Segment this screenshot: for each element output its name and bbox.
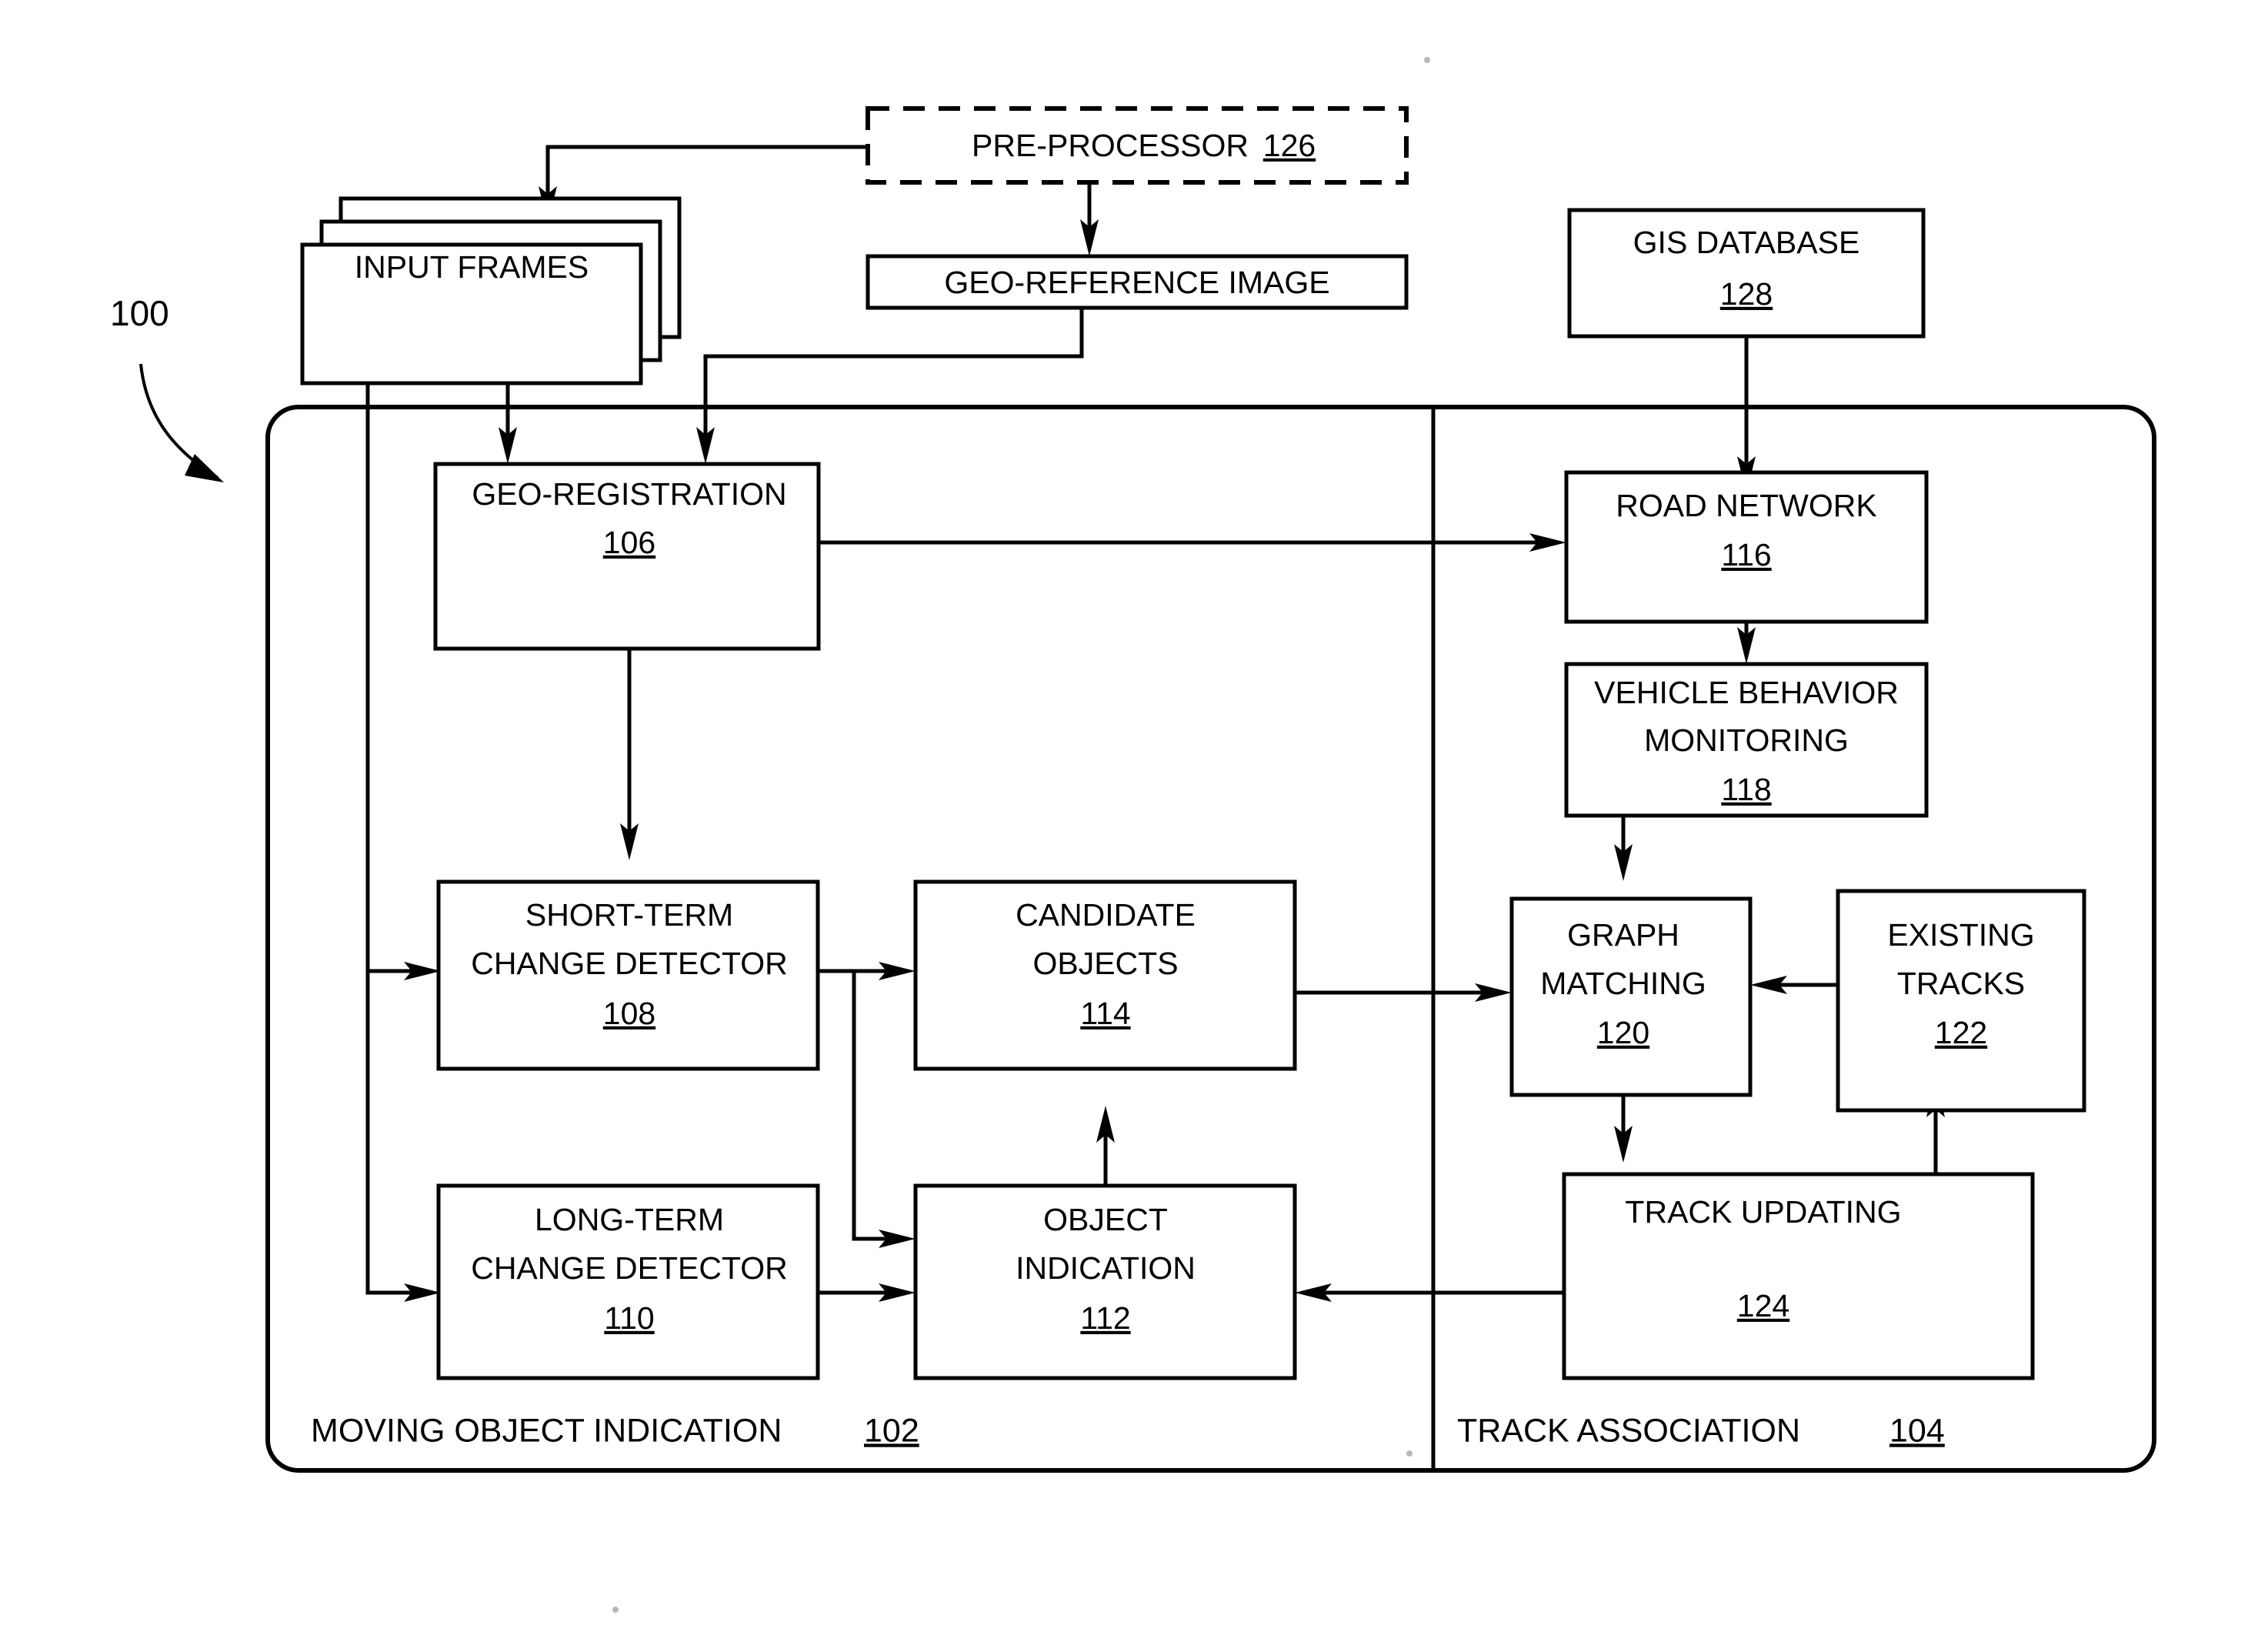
node-label-input-frames: INPUT FRAMES xyxy=(355,249,589,285)
node-numeral-object-indication: 112 xyxy=(1080,1300,1130,1336)
node-label-geo-reference-image: GEO-REFERENCE IMAGE xyxy=(944,265,1329,300)
scan-speck xyxy=(1424,57,1430,63)
figure-reference-numeral: 100 xyxy=(110,293,169,333)
node-label-short-term-change-detector-line1: SHORT-TERM xyxy=(525,897,733,933)
node-numeral-short-term-change-detector: 108 xyxy=(603,996,655,1031)
connector-georef-to-geo-registration xyxy=(703,308,1084,439)
input-frames-stack xyxy=(300,196,682,385)
node-numeral-pre-processor: 126 xyxy=(1263,128,1316,163)
node-numeral-vehicle-behavior-monitoring: 118 xyxy=(1721,772,1771,807)
node-numeral-road-network: 116 xyxy=(1721,537,1771,572)
node-label-candidate-objects-line1: CANDIDATE xyxy=(1016,897,1196,933)
node-label-graph-matching-line1: GRAPH xyxy=(1567,917,1679,953)
node-label-gis-database: GIS DATABASE xyxy=(1633,225,1860,260)
node-numeral-existing-tracks: 122 xyxy=(1935,1015,1987,1050)
node-numeral-geo-registration: 106 xyxy=(603,525,655,560)
section-label-track-association: TRACK ASSOCIATION xyxy=(1457,1412,1800,1449)
node-numeral-gis-database: 128 xyxy=(1720,276,1773,312)
figure-leader-line xyxy=(139,363,219,479)
node-label-short-term-change-detector-line2: CHANGE DETECTOR xyxy=(471,946,788,981)
node-label-long-term-change-detector-line1: LONG-TERM xyxy=(535,1202,724,1237)
section-label-moving-object-indication: MOVING OBJECT INDICATION xyxy=(311,1412,782,1449)
node-label-object-indication-line2: INDICATION xyxy=(1016,1250,1196,1286)
scan-speck xyxy=(1406,1450,1412,1457)
node-label-existing-tracks-line2: TRACKS xyxy=(1897,966,2025,1001)
node-label-long-term-change-detector-line2: CHANGE DETECTOR xyxy=(471,1250,788,1286)
node-numeral-graph-matching: 120 xyxy=(1597,1015,1649,1050)
section-numeral-track-association: 104 xyxy=(1889,1412,1945,1449)
node-label-pre-processor: PRE-PROCESSOR xyxy=(972,128,1249,163)
node-label-candidate-objects-line2: OBJECTS xyxy=(1032,946,1178,981)
block-diagram-canvas: PRE-PROCESSOR 126 INPUT FRAMES GEO-REFER… xyxy=(110,57,2156,1613)
node-label-object-indication-line1: OBJECT xyxy=(1043,1202,1168,1237)
node-label-graph-matching-line2: MATCHING xyxy=(1540,966,1706,1001)
node-label-vehicle-behavior-monitoring-line1: VEHICLE BEHAVIOR xyxy=(1594,675,1899,710)
node-numeral-candidate-objects: 114 xyxy=(1080,996,1130,1031)
node-label-geo-registration: GEO-REGISTRATION xyxy=(472,476,786,512)
node-label-vehicle-behavior-monitoring-line2: MONITORING xyxy=(1644,723,1849,758)
node-numeral-track-updating: 124 xyxy=(1737,1288,1789,1323)
patent-figure: PRE-PROCESSOR 126 INPUT FRAMES GEO-REFER… xyxy=(0,0,2268,1652)
scan-speck xyxy=(612,1607,619,1613)
node-label-existing-tracks-line1: EXISTING xyxy=(1887,917,2034,953)
node-label-road-network: ROAD NETWORK xyxy=(1616,488,1876,523)
connector-short-term-to-object-indication xyxy=(852,971,889,1241)
connector-input-frames-trunk xyxy=(365,360,415,1295)
node-numeral-long-term-change-detector: 110 xyxy=(604,1300,654,1336)
section-numeral-moving-object-indication: 102 xyxy=(864,1412,919,1449)
node-label-track-updating: TRACK UPDATING xyxy=(1625,1194,1901,1230)
connector-preprocessor-to-input-frames xyxy=(545,145,868,199)
